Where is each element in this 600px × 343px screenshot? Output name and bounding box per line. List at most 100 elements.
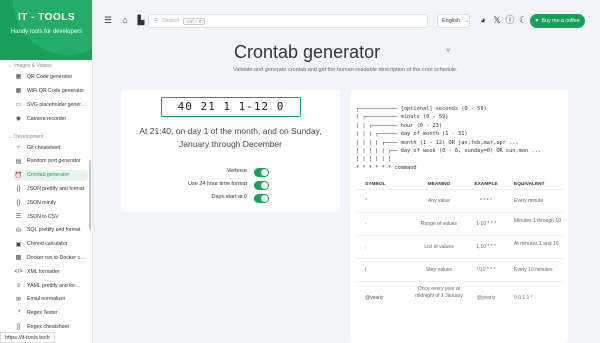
braces-icon: {} <box>16 185 21 192</box>
sidebar-item-git-cheatsheet[interactable]: ⑂ Git cheatsheet <box>14 142 88 153</box>
sidebar-item-label: WiFi QR Code generator <box>27 87 85 94</box>
section-development[interactable]: ⌄ Development <box>8 134 43 140</box>
cron-help-card: ┌──────────── [optional] seconds (0 - 59… <box>350 90 568 343</box>
table-row: , List of values 1,10 * * * At minutes 1 an… <box>356 235 562 258</box>
table-row: / Step values */10 * * * Every 10 minutes <box>356 258 562 281</box>
days-start-zero-toggle[interactable] <box>254 194 269 203</box>
moon-icon[interactable]: ☾ <box>518 15 528 25</box>
table-cell-symbol: * <box>365 198 367 204</box>
header-example: EXAMPLE <box>474 182 498 187</box>
sidebar-item-label: JSON to CSV <box>27 213 59 220</box>
page-title: Crontab generator <box>234 42 381 62</box>
git-icon: ⑂ <box>16 144 21 151</box>
docker-icon: ▩ <box>15 255 22 262</box>
menu-icon[interactable]: ☰ <box>103 15 113 25</box>
help-line: | | | | | ┌── day of week (0 - 6, sunday… <box>356 148 541 155</box>
table-cell-meaning: Once every year at midnight of 1 January <box>415 286 463 299</box>
table-cell-meaning: Step values <box>425 267 453 273</box>
lock-icon: ▣ <box>15 241 22 248</box>
brand-header[interactable]: IT - TOOLS Handy tools for developers <box>0 0 92 60</box>
search-input[interactable]: ⚲ Search Ctrl + K <box>148 14 428 28</box>
camera-icon: ◉ <box>15 116 22 122</box>
database-icon: ⛁ <box>15 227 22 234</box>
regex-icon: .* <box>16 310 21 317</box>
sidebar-item-svg-placeholder-gener[interactable]: ▭ SVG placeholder gener… <box>14 99 88 110</box>
sidebar-item-label: Git cheatsheet <box>27 144 61 151</box>
info-icon[interactable]: ⓘ <box>505 15 515 25</box>
sidebar-item-qr-code-generator[interactable]: ▦ QR Code generator <box>14 71 88 82</box>
sidebar-item-xml-formatter[interactable]: </> XML formatter <box>14 266 88 277</box>
sidebar-item-camera-recorder[interactable]: ◉ Camera recorder <box>14 113 88 124</box>
sidebar-item-label: Crontab generator <box>27 172 70 179</box>
help-line: ┌──────────── [optional] seconds (0 - 59… <box>356 106 487 112</box>
sidebar-item-email-normalizer[interactable]: ✉ Email normalizer <box>14 294 88 305</box>
brand-title: IT - TOOLS <box>17 12 76 23</box>
search-shortcut: Ctrl + K <box>183 17 205 25</box>
home-icon[interactable]: ⌂ <box>120 15 130 25</box>
table-cell-example: * * * * <box>480 198 492 204</box>
image-icon: ▭ <box>15 102 22 108</box>
list-icon: ☰ <box>15 214 22 220</box>
page-description: Validate and generate crontab and get th… <box>233 67 458 73</box>
table-cell-symbol: , <box>365 244 367 250</box>
table-cell-symbol: / <box>365 267 367 273</box>
sidebar-item-wifi-qr-code-generator[interactable]: ▦ WiFi QR Code generator <box>14 85 88 96</box>
section-images-videos[interactable]: ⌄ Images & Videos <box>8 63 52 69</box>
verbose-toggle[interactable] <box>254 168 269 177</box>
24h-toggle[interactable] <box>254 181 269 190</box>
sidebar-item-label: SQL prettify and format <box>27 227 81 234</box>
search-icon: ⚲ <box>154 18 159 24</box>
cron-expression-input[interactable]: 40 21 1 1-12 0 <box>161 97 301 117</box>
sidebar-item-json-to-csv[interactable]: ☰ JSON to CSV <box>14 211 88 222</box>
ui-lib-icon[interactable]: ▙ <box>136 15 146 25</box>
header-equivalent: EQUIVALENT <box>514 182 545 187</box>
chevron-down-icon: ⌄ <box>465 18 470 24</box>
sidebar-item-json-prettify-and-format[interactable]: {} JSON prettify and format <box>14 183 88 194</box>
sidebar-item-regex-tester[interactable]: .* Regex Tester <box>14 308 88 319</box>
help-line: | | | | | | <box>356 156 392 163</box>
sidebar-item-label: JSON prettify and format <box>27 185 85 192</box>
favorite-heart-icon[interactable]: ♥ <box>446 46 451 55</box>
sidebar: IT - TOOLS Handy tools for developers ⌄ I… <box>0 0 93 343</box>
brand-subtitle: Handy tools for developers <box>10 29 83 35</box>
align-icon: ≡ <box>16 282 21 289</box>
github-icon[interactable]: ◕ <box>478 15 488 25</box>
sidebar-item-regex-cheatsheet[interactable]: [] Regex cheatsheet <box>14 321 88 332</box>
table-cell-equivalent: Every minute <box>514 198 544 204</box>
buy-me-a-coffee-button[interactable]: ♥ Buy me a coffee <box>530 14 585 28</box>
sidebar-item-docker-run-to-docker-c[interactable]: ▩ Docker run to Docker c… <box>14 252 88 263</box>
header-meaning: MEANING <box>427 182 451 187</box>
sidebar-item-label: Random port generator <box>27 158 81 165</box>
server-icon: ▤ <box>15 158 22 165</box>
option-days-start-zero: Days start at 0 <box>211 194 247 200</box>
status-url: https://it-tools.tech <box>0 332 55 343</box>
table-cell-equivalent: 0 0 1 1 * <box>514 294 533 301</box>
sidebar-item-crontab-generator[interactable]: ⏰ Crontab generator <box>14 169 88 181</box>
x-icon[interactable]: 𝕏 <box>492 15 502 25</box>
language-select[interactable]: English ⌄ <box>437 14 470 28</box>
table-row: - Range of values 1-10 * * * Minutes 1 thro… <box>356 212 562 235</box>
braces-icon: {} <box>16 199 21 206</box>
table-cell-equivalent: Every 10 minutes <box>514 267 553 273</box>
sidebar-item-label: SVG placeholder gener… <box>27 101 87 108</box>
cron-input-card: 40 21 1 1-12 0 At 21:40, on day 1 of the… <box>121 90 340 212</box>
table-cell-example: 1,10 * * * <box>476 244 496 250</box>
brand-decoration <box>13 0 92 55</box>
cron-syntax-help: ┌──────────── [optional] seconds (0 - 59… <box>356 105 541 172</box>
sidebar-item-random-port-generator[interactable]: ▤ Random port generator <box>14 156 88 167</box>
sidebar-scrollbar[interactable] <box>89 160 91 230</box>
sidebar-item-json-minify[interactable]: {} JSON minify <box>14 197 88 208</box>
qrcode-icon: ▦ <box>15 88 22 94</box>
heart-icon: ♥ <box>535 18 539 24</box>
sidebar-item-label: Email normalizer <box>27 296 66 303</box>
table-cell-example: @yearly <box>476 294 496 301</box>
sidebar-item-label: Regex Tester <box>27 310 58 317</box>
sidebar-item-yaml-prettify-and-for[interactable]: ≡ YAML prettify and for… <box>14 280 88 291</box>
sidebar-item-label: QR Code generator <box>27 73 73 80</box>
sidebar-item-sql-prettify-and-format[interactable]: ⛁ SQL prettify and format <box>14 225 88 236</box>
cron-human-description: At 21:40, on day 1 of the month, and on … <box>139 126 322 149</box>
sidebar-item-chmod-calculator[interactable]: ▣ Chmod calculator <box>14 239 88 250</box>
table-cell-meaning: Range of values <box>420 221 458 227</box>
header-symbol: SYMBOL <box>365 182 386 187</box>
sidebar-item-label: Chmod calculator <box>27 241 68 248</box>
